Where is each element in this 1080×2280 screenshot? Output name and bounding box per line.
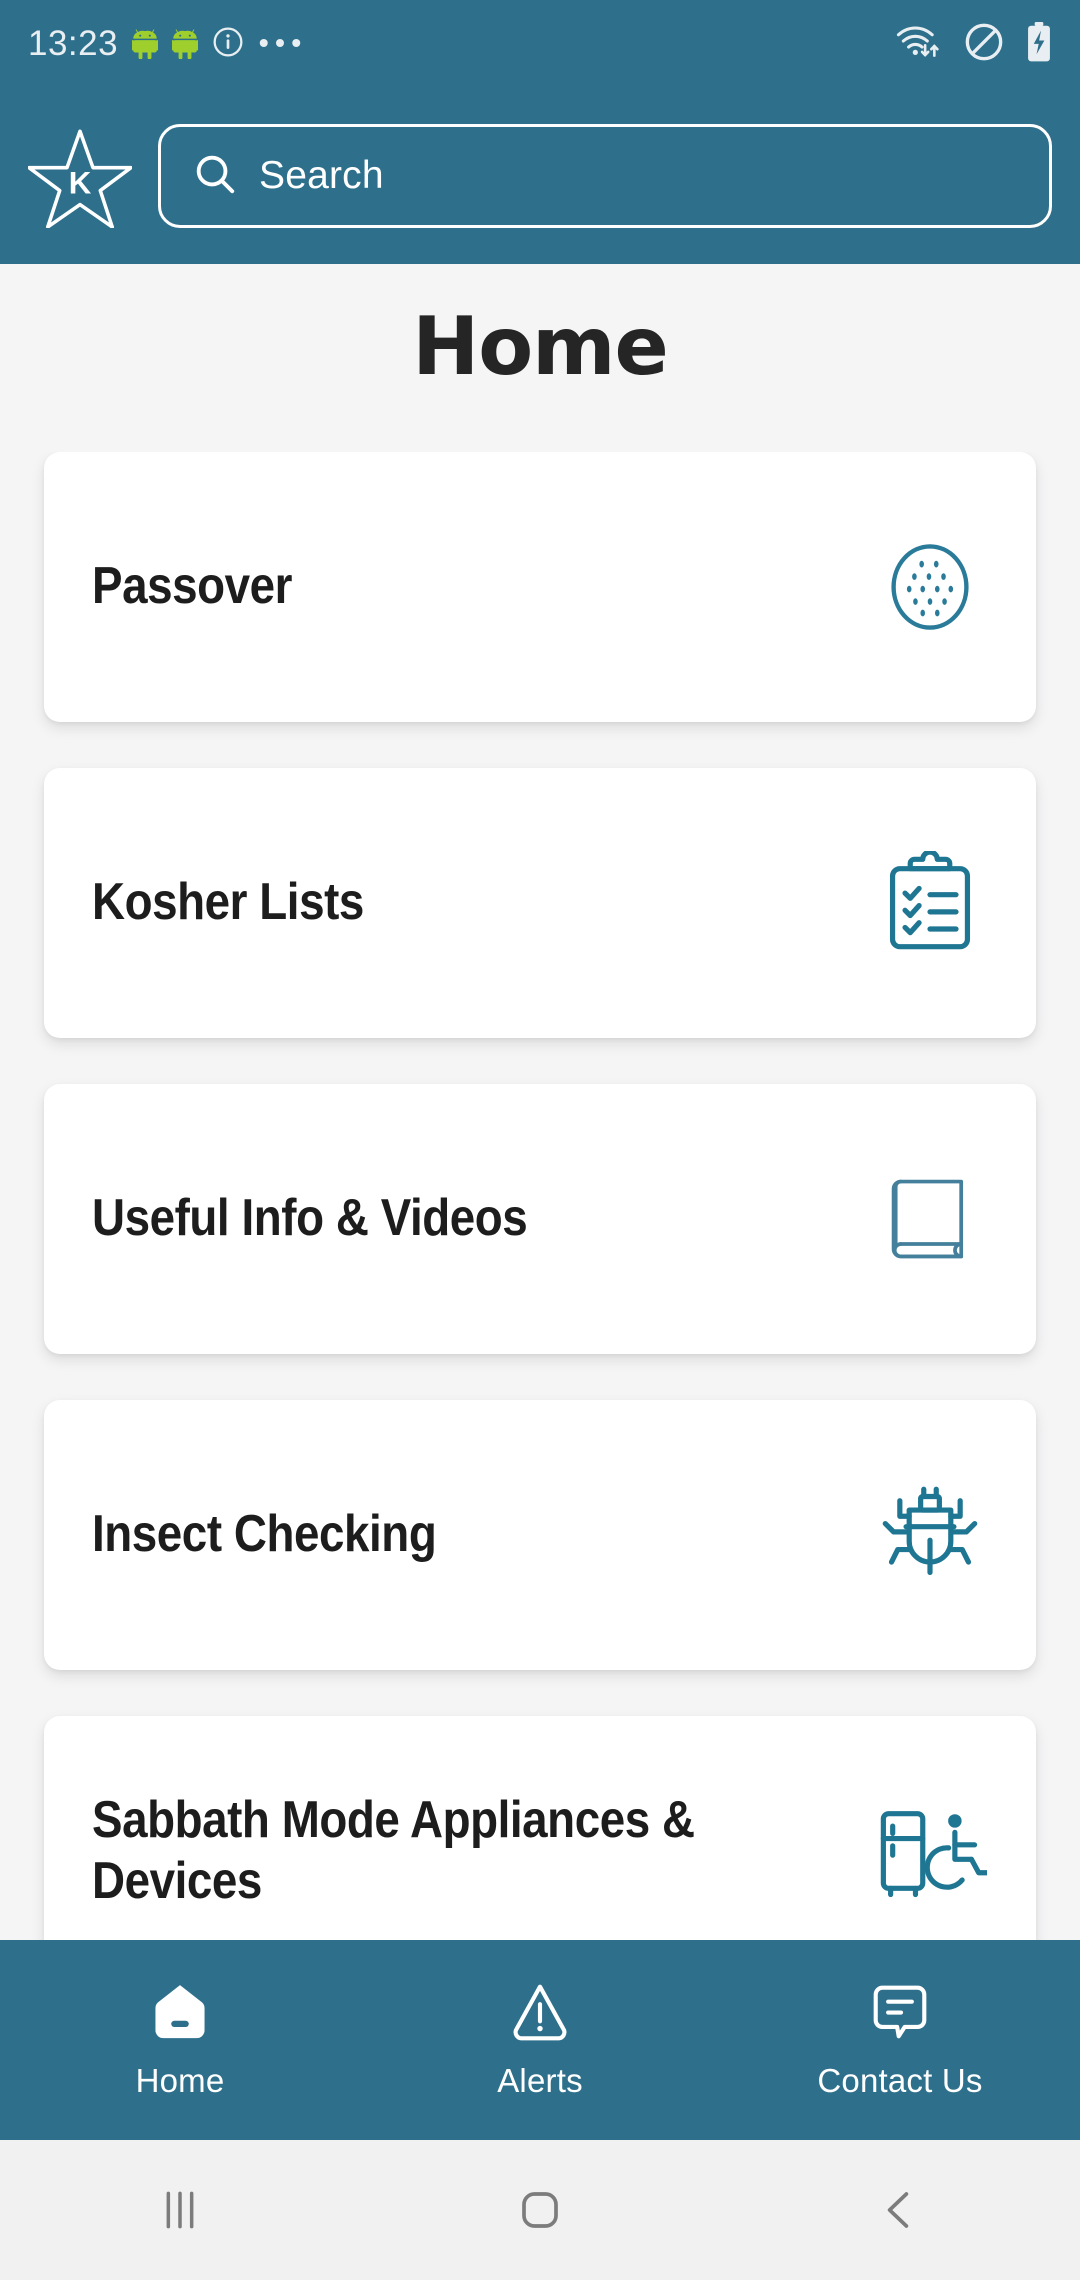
nav-label: Contact Us [817, 2062, 983, 2099]
refrigerator-accessibility-icon [870, 1791, 990, 1911]
home-filled-icon [148, 1980, 212, 2044]
nav-label: Home [135, 2062, 225, 2099]
message-bubble-icon [868, 1980, 932, 2044]
battery-charging-icon [1026, 21, 1052, 67]
star-k-logo-icon[interactable]: K [27, 124, 133, 229]
home-card-list[interactable]: Passover Kosher Lists Useful Info & Vide… [0, 452, 1080, 1940]
warning-triangle-icon [508, 1980, 572, 2044]
nav-item-home[interactable]: Home [0, 1980, 360, 2100]
nav-label: Alerts [497, 2062, 583, 2099]
do-not-disturb-icon [964, 22, 1004, 67]
recents-bars-icon[interactable] [0, 2185, 360, 2235]
android-bot-icon [170, 29, 200, 60]
status-bar-clock: 13:23 [28, 24, 119, 63]
info-circle-icon [212, 26, 244, 63]
page-title: Home [412, 300, 669, 393]
wifi-transfer-icon [896, 23, 942, 65]
card-label: Sabbath Mode Appliances & Devices [92, 1790, 695, 1910]
nav-item-contact-us[interactable]: Contact Us [720, 1980, 1080, 2100]
search-icon [193, 152, 237, 201]
bottom-nav: Home Alerts Contact Us [0, 1940, 1080, 2140]
search-input[interactable]: Search [259, 154, 384, 198]
matzah-icon [870, 527, 990, 647]
card-useful-info-videos[interactable]: Useful Info & Videos [44, 1084, 1036, 1354]
card-insect-checking[interactable]: Insect Checking [44, 1400, 1036, 1670]
home-square-icon[interactable] [360, 2186, 720, 2234]
app-root: 13:23 K Search Home Passover Kosher List… [0, 0, 1080, 2280]
bug-icon [870, 1475, 990, 1595]
clipboard-checklist-icon [870, 843, 990, 963]
system-nav-bar [0, 2140, 1080, 2280]
status-bar-right [896, 21, 1052, 67]
card-label: Insect Checking [92, 1505, 437, 1564]
status-bar-left: 13:23 [28, 24, 302, 64]
back-chevron-icon[interactable] [720, 2186, 1080, 2234]
app-bar: K Search [0, 88, 1080, 264]
card-label: Useful Info & Videos [92, 1189, 528, 1248]
star-k-logo-letter: K [69, 166, 92, 201]
status-bar: 13:23 [0, 0, 1080, 88]
card-kosher-lists[interactable]: Kosher Lists [44, 768, 1036, 1038]
card-label: Passover [92, 557, 293, 616]
android-bot-icon [130, 29, 160, 60]
card-sabbath-mode-appliances[interactable]: Sabbath Mode Appliances & Devices [44, 1716, 1036, 1940]
nav-item-alerts[interactable]: Alerts [360, 1980, 720, 2100]
search-bar[interactable]: Search [158, 124, 1052, 228]
card-label: Kosher Lists [92, 873, 364, 932]
more-dots-icon [258, 35, 302, 53]
book-icon [870, 1159, 990, 1279]
card-passover[interactable]: Passover [44, 452, 1036, 722]
